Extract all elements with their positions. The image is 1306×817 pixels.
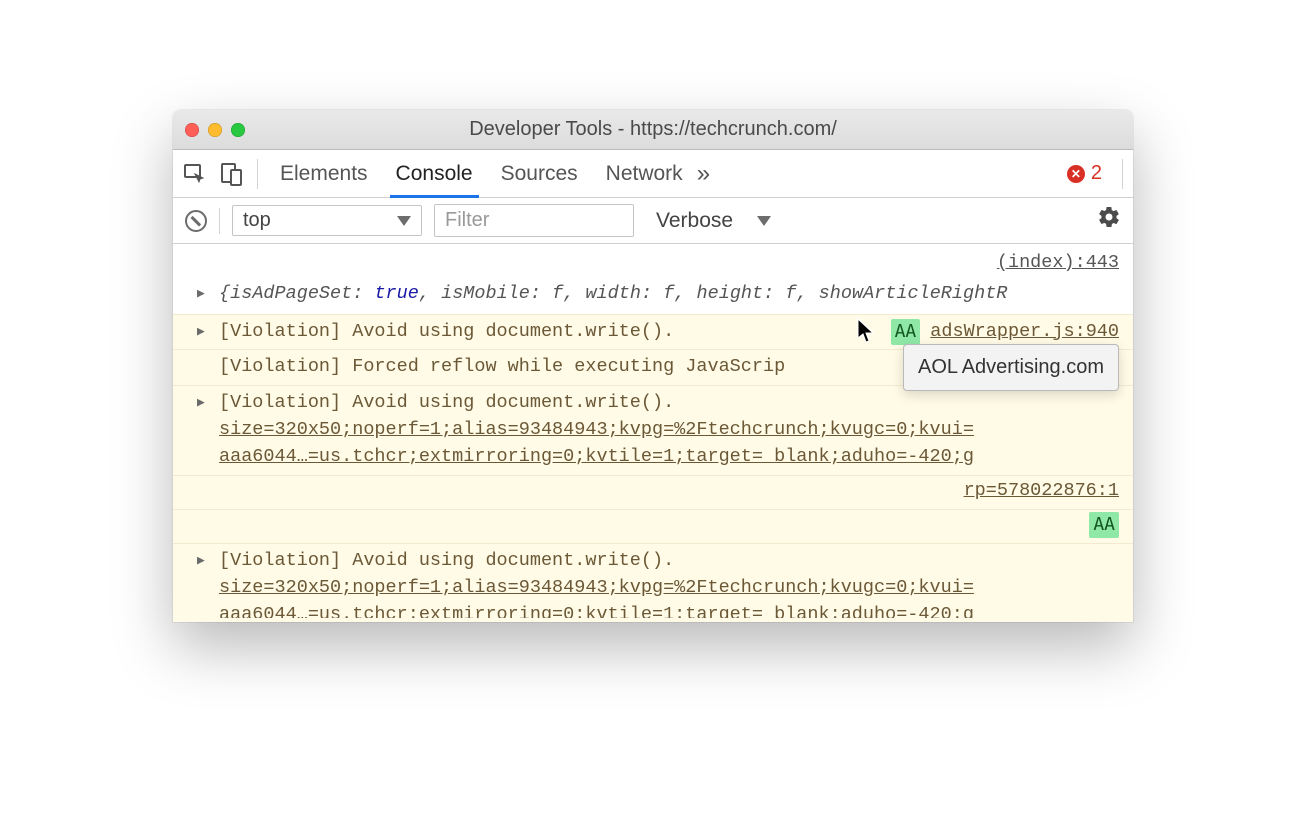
window-title: Developer Tools - https://techcrunch.com…	[173, 118, 1133, 141]
log-row-violation[interactable]: ▶ [Violation] Avoid using document.write…	[173, 543, 1133, 622]
titlebar: Developer Tools - https://techcrunch.com…	[173, 110, 1133, 150]
log-sublocation[interactable]: aaa6044…=us.tchcr;extmirroring=0;kvtile=…	[219, 446, 974, 467]
log-message: [Violation] Avoid using document.write()…	[219, 550, 674, 571]
log-message: [Violation] Avoid using document.write()…	[219, 319, 674, 346]
chevron-down-icon	[397, 216, 411, 226]
disclosure-triangle-icon[interactable]: ▶	[197, 394, 205, 413]
log-sublocation[interactable]: aaa6044…=us.tchcr:extmirroring=0:kvtile=…	[219, 604, 974, 618]
log-level-value: Verbose	[656, 209, 733, 233]
log-sublocation[interactable]: size=320x50;noperf=1;alias=93484943;kvpg…	[219, 577, 974, 598]
error-count[interactable]: ✕ 2	[1067, 162, 1108, 185]
console-settings-icon[interactable]	[1097, 205, 1121, 236]
error-count-number: 2	[1091, 162, 1102, 185]
devtools-window: Developer Tools - https://techcrunch.com…	[173, 110, 1133, 622]
disclosure-triangle-icon[interactable]: ▶	[197, 323, 205, 342]
disclosure-triangle-icon[interactable]: ▶	[197, 552, 205, 571]
source-link[interactable]: (index):443	[997, 252, 1119, 273]
inspect-element-icon[interactable]	[183, 162, 207, 186]
log-object-preview[interactable]: ▶ {isAdPageSet: true, isMobile: f, width…	[173, 277, 1133, 314]
source-link-row: (index):443	[173, 244, 1133, 277]
error-icon: ✕	[1067, 165, 1085, 183]
log-row-violation[interactable]: ▶ [Violation] Avoid using document.write…	[173, 385, 1133, 474]
filter-input[interactable]: Filter	[434, 204, 634, 237]
thirdparty-badge[interactable]: AA	[1089, 512, 1119, 538]
badge-row: AA	[173, 509, 1133, 544]
divider	[219, 208, 220, 234]
log-message: [Violation] Avoid using document.write()…	[219, 392, 674, 413]
tab-elements[interactable]: Elements	[280, 162, 368, 186]
log-sublocation[interactable]: size=320x50;noperf=1;alias=93484943;kvpg…	[219, 419, 974, 440]
close-window-button[interactable]	[185, 123, 199, 137]
tab-sources[interactable]: Sources	[501, 162, 578, 186]
console-toolbar: top Filter Verbose	[173, 198, 1133, 244]
tooltip: AOL Advertising.com	[903, 344, 1119, 391]
log-message: [Violation] Forced reflow while executin…	[219, 356, 785, 377]
thirdparty-badge[interactable]: AA	[891, 319, 921, 345]
disclosure-triangle-icon[interactable]: ▶	[197, 285, 205, 304]
log-level-selector[interactable]: Verbose	[656, 209, 771, 233]
context-selector[interactable]: top	[232, 205, 422, 236]
log-sublocation-right: rp=578022876:1	[173, 475, 1133, 509]
tab-console[interactable]: Console	[396, 162, 473, 186]
minimize-window-button[interactable]	[208, 123, 222, 137]
log-sublocation[interactable]: rp=578022876:1	[964, 480, 1119, 501]
filter-placeholder: Filter	[445, 209, 489, 231]
context-selector-value: top	[243, 209, 271, 232]
tab-network[interactable]: Network	[606, 162, 683, 186]
maximize-window-button[interactable]	[231, 123, 245, 137]
tooltip-text: AOL Advertising.com	[918, 356, 1104, 378]
console-output: (index):443 ▶ {isAdPageSet: true, isMobi…	[173, 244, 1133, 622]
panel-tabstrip: Elements Console Sources Network » ✕ 2	[173, 150, 1133, 198]
clear-console-button[interactable]	[185, 210, 207, 232]
device-toolbar-icon[interactable]	[221, 162, 243, 186]
divider	[1122, 159, 1123, 189]
traffic-lights	[185, 123, 245, 137]
source-link[interactable]: adsWrapper.js:940	[930, 319, 1119, 346]
overflow-tabs-button[interactable]: »	[697, 160, 710, 188]
chevron-down-icon	[757, 216, 771, 226]
